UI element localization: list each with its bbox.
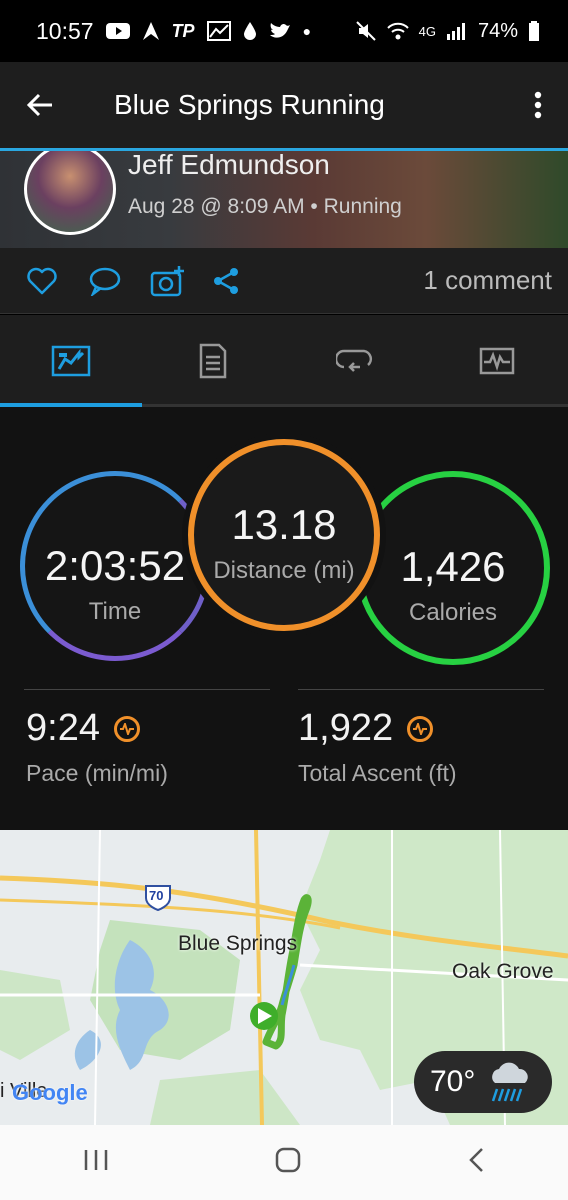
google-logo: Google bbox=[12, 1080, 88, 1105]
distance-label: Distance (mi) bbox=[213, 557, 355, 584]
map-label-blue-springs: Blue Springs bbox=[178, 932, 298, 955]
add-photo-button[interactable] bbox=[150, 265, 212, 297]
activity-meta: Aug 28 @ 8:09 AM • Running bbox=[128, 195, 402, 218]
summary-icon bbox=[51, 345, 91, 377]
signal-icon bbox=[446, 23, 465, 40]
divider bbox=[24, 689, 270, 690]
share-button[interactable] bbox=[212, 267, 274, 295]
more-options-button[interactable] bbox=[508, 91, 568, 119]
tab-details[interactable] bbox=[142, 315, 284, 407]
home-button[interactable] bbox=[274, 1146, 302, 1179]
time-label: Time bbox=[88, 598, 142, 625]
network-type: 4G bbox=[418, 23, 436, 39]
document-icon bbox=[199, 343, 227, 379]
system-icons: 4G 74% bbox=[355, 20, 540, 43]
garmin-icon bbox=[142, 22, 159, 40]
comments-count-link[interactable]: 1 comment bbox=[423, 265, 552, 296]
comment-icon bbox=[89, 267, 121, 296]
tp-icon: TP bbox=[171, 20, 195, 41]
repeat-icon bbox=[336, 349, 373, 372]
pace-label: Pace (min/mi) bbox=[26, 760, 168, 786]
dot-icon: ● bbox=[302, 23, 312, 39]
time-value: 2:03:52 bbox=[44, 542, 186, 589]
highway-label: 70 bbox=[149, 888, 164, 903]
weather-temp: 70° bbox=[430, 1065, 476, 1098]
distance-value: 13.18 bbox=[231, 501, 337, 548]
mute-icon bbox=[355, 21, 376, 41]
notification-icons: TP ● bbox=[105, 20, 312, 42]
twitter-icon bbox=[269, 23, 290, 38]
weather-badge[interactable]: 70° bbox=[414, 1051, 552, 1113]
calories-label: Calories bbox=[408, 599, 498, 626]
chevron-left-icon bbox=[469, 1148, 484, 1172]
youtube-icon bbox=[105, 23, 130, 39]
ascent-metric: 1,922 Total Ascent (ft) bbox=[298, 707, 457, 787]
more-vert-icon bbox=[534, 91, 542, 119]
share-icon bbox=[214, 267, 238, 294]
status-bar: 10:57 TP ● 4G 74% bbox=[0, 0, 568, 62]
tab-charts[interactable] bbox=[426, 315, 568, 407]
route-map[interactable]: 70 Blue Springs Oak Grove i Ville Google… bbox=[0, 830, 568, 1125]
app-bar: Blue Springs Running bbox=[0, 62, 568, 148]
comment-button[interactable] bbox=[88, 266, 150, 296]
pulse-icon bbox=[407, 715, 434, 742]
like-button[interactable] bbox=[26, 267, 88, 295]
back-arrow-icon bbox=[26, 93, 52, 117]
activity-tabs bbox=[0, 315, 568, 407]
drop-icon bbox=[243, 22, 256, 40]
action-row: 1 comment bbox=[0, 248, 568, 314]
distance-ring: 13.18 Distance (mi) bbox=[188, 439, 380, 631]
divider bbox=[298, 689, 544, 690]
system-nav-bar bbox=[0, 1125, 568, 1200]
chart-icon bbox=[206, 21, 231, 41]
athlete-name[interactable]: Jeff Edmundson bbox=[128, 151, 330, 181]
home-icon bbox=[275, 1147, 301, 1173]
battery-percent: 74% bbox=[477, 19, 518, 42]
tab-laps[interactable] bbox=[284, 315, 426, 407]
status-time: 10:57 bbox=[36, 17, 94, 44]
system-back-button[interactable] bbox=[467, 1147, 485, 1178]
avatar[interactable] bbox=[24, 151, 116, 235]
page-title: Blue Springs Running bbox=[114, 89, 385, 120]
recent-apps-button[interactable] bbox=[83, 1149, 109, 1176]
pulse-icon bbox=[113, 715, 140, 742]
back-button[interactable] bbox=[0, 92, 80, 118]
time-ring: 2:03:52 Time bbox=[20, 471, 210, 661]
rain-cloud-icon bbox=[492, 1062, 529, 1102]
tab-overview[interactable] bbox=[0, 315, 142, 407]
activity-chart-icon bbox=[479, 347, 515, 375]
wifi-icon bbox=[386, 22, 409, 40]
heart-icon bbox=[27, 267, 57, 294]
recents-icon bbox=[84, 1150, 107, 1170]
calories-ring: 1,426 Calories bbox=[356, 471, 550, 665]
calories-value: 1,426 bbox=[400, 543, 506, 590]
ascent-label: Total Ascent (ft) bbox=[298, 760, 457, 786]
stats-panel: 2:03:52 Time 1,426 Calories 13.18 Distan… bbox=[0, 407, 568, 830]
ascent-value: 1,922 bbox=[298, 707, 394, 749]
map-label-oak-grove: Oak Grove bbox=[452, 960, 554, 983]
pace-metric: 9:24 Pace (min/mi) bbox=[26, 707, 168, 787]
pace-value: 9:24 bbox=[26, 707, 100, 749]
activity-header: Jeff Edmundson Aug 28 @ 8:09 AM • Runnin… bbox=[0, 148, 568, 248]
battery-icon bbox=[529, 21, 539, 41]
add-photo-icon bbox=[150, 265, 184, 296]
